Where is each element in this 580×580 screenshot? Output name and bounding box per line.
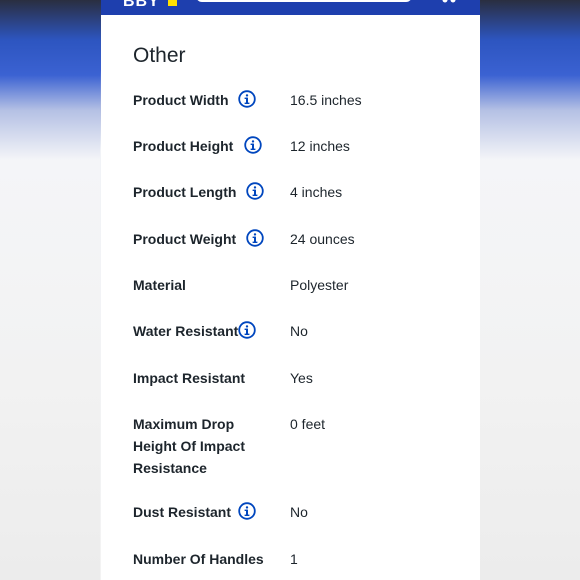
info-icon[interactable] <box>238 321 256 339</box>
cart-icon[interactable] <box>439 0 459 3</box>
spec-label: Material <box>133 277 186 293</box>
info-icon[interactable] <box>238 502 256 520</box>
spec-label: Number Of Handles <box>133 551 264 567</box>
spec-value: 16.5 inches <box>290 92 362 108</box>
spec-value: 1 <box>290 551 298 567</box>
spec-value: 12 inches <box>290 138 350 154</box>
spec-value: Polyester <box>290 277 349 293</box>
spec-value: 24 ounces <box>290 231 355 247</box>
info-icon[interactable] <box>246 182 264 200</box>
product-page: BBY Other Product Width 16.5 inches Produc… <box>101 0 480 580</box>
logo-tag-icon <box>168 0 177 6</box>
spec-value: No <box>290 504 308 520</box>
background-blur-left <box>0 0 100 580</box>
info-icon[interactable] <box>238 90 256 108</box>
section-title: Other <box>133 44 186 67</box>
spec-value: No <box>290 323 308 339</box>
store-logo[interactable]: BBY <box>123 0 160 11</box>
spec-value: 0 feet <box>290 416 326 432</box>
info-icon[interactable] <box>246 229 264 247</box>
spec-label: Maximum Drop Height Of Impact Resistance <box>133 416 246 476</box>
info-icon[interactable] <box>244 136 262 154</box>
spec-value: 4 inches <box>290 184 343 200</box>
background-blur-right <box>480 0 580 580</box>
header-bar: BBY <box>101 0 480 15</box>
spec-value: Yes <box>290 370 313 386</box>
search-input[interactable] <box>196 0 412 2</box>
spec-label: Impact Resistant <box>133 370 246 386</box>
